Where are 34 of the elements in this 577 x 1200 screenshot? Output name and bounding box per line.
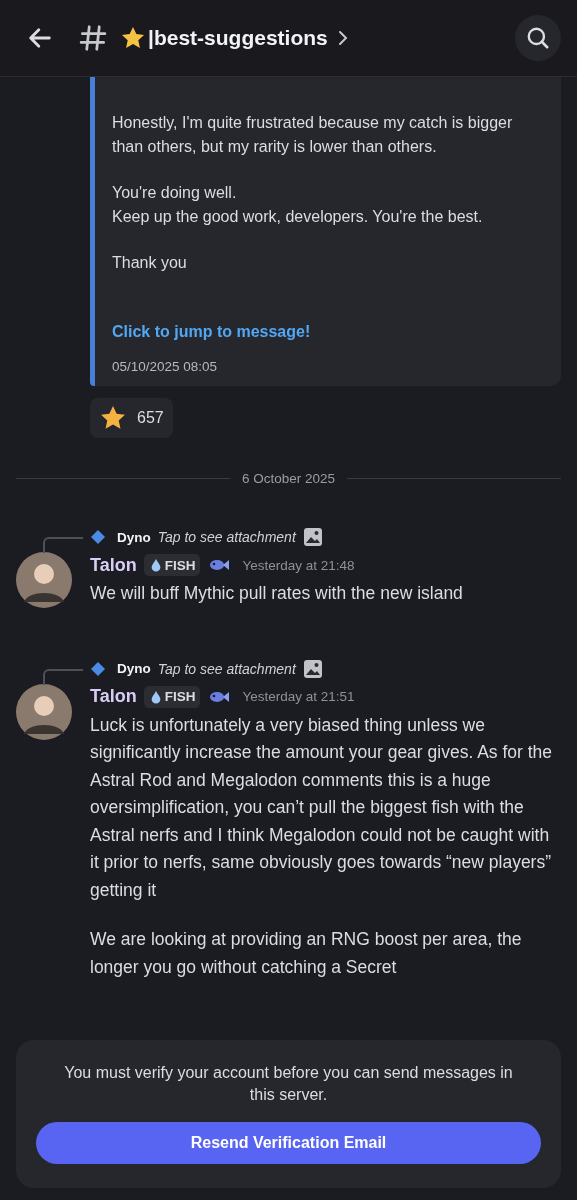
embed-text: Honestly, I'm quite frustrated because my catch is bigger than others, but my rarity is lower than others. <box>112 113 514 157</box>
star-icon <box>120 25 146 51</box>
diamond-icon <box>90 660 106 677</box>
search-button[interactable] <box>515 15 561 61</box>
jump-link[interactable]: Click to jump to message! <box>112 323 311 341</box>
author-name[interactable]: Talon <box>90 554 137 576</box>
verify-notice: You must verify your account before you can send messages in this server. <box>63 1063 514 1105</box>
avatar-icon <box>16 552 72 608</box>
reply-author[interactable]: Dyno <box>117 661 151 676</box>
embed-timestamp: 05/10/2025 08:05 <box>112 359 219 374</box>
chevron-icon <box>337 30 348 46</box>
message-text: We will buff Mythic pull rates with the new island <box>90 582 464 605</box>
message-text: We are looking at providing an RNG boost per area, the longer you go without catching a Secret <box>90 928 523 979</box>
message-text: Luck is unfortunately a very biased thing unless we significantly increase the amount your gear gives. As for the Astral Rod and Megalodon comments this is a huge oversimplification, you can’t pull the biggest fish with the Astral nerfs and I think Megalodon could not be caught with it prior to nerfs, same obviously goes towards “new players” getting it <box>90 713 554 902</box>
search-icon <box>525 25 551 51</box>
diamond-icon <box>90 529 106 545</box>
image-icon <box>302 658 323 679</box>
reaction-button[interactable]: 657 <box>90 398 173 438</box>
date-divider: 6 October 2025 <box>241 471 336 486</box>
embed-text: Thank you <box>112 253 188 273</box>
embed-text: You're doing well. Keep up the good work, developers. You're the best. <box>112 183 484 227</box>
channel-name[interactable]: |best-suggestions <box>148 26 328 50</box>
guild-tag[interactable]: FISH <box>143 685 201 708</box>
reply-author[interactable]: Dyno <box>117 529 151 545</box>
message-timestamp: Yesterday at 21:51 <box>242 689 355 704</box>
author-name[interactable]: Talon <box>90 686 137 707</box>
resend-button[interactable]: Resend Verification Email <box>36 1122 541 1164</box>
reply-text[interactable]: Tap to see attachment <box>157 529 296 545</box>
hashtag-icon <box>78 23 108 53</box>
image-icon <box>302 527 323 547</box>
avatar-icon <box>16 683 72 740</box>
guild-tag[interactable]: FISH <box>143 554 201 576</box>
reply-text[interactable]: Tap to see attachment <box>157 660 296 677</box>
message-timestamp: Yesterday at 21:48 <box>242 557 355 573</box>
